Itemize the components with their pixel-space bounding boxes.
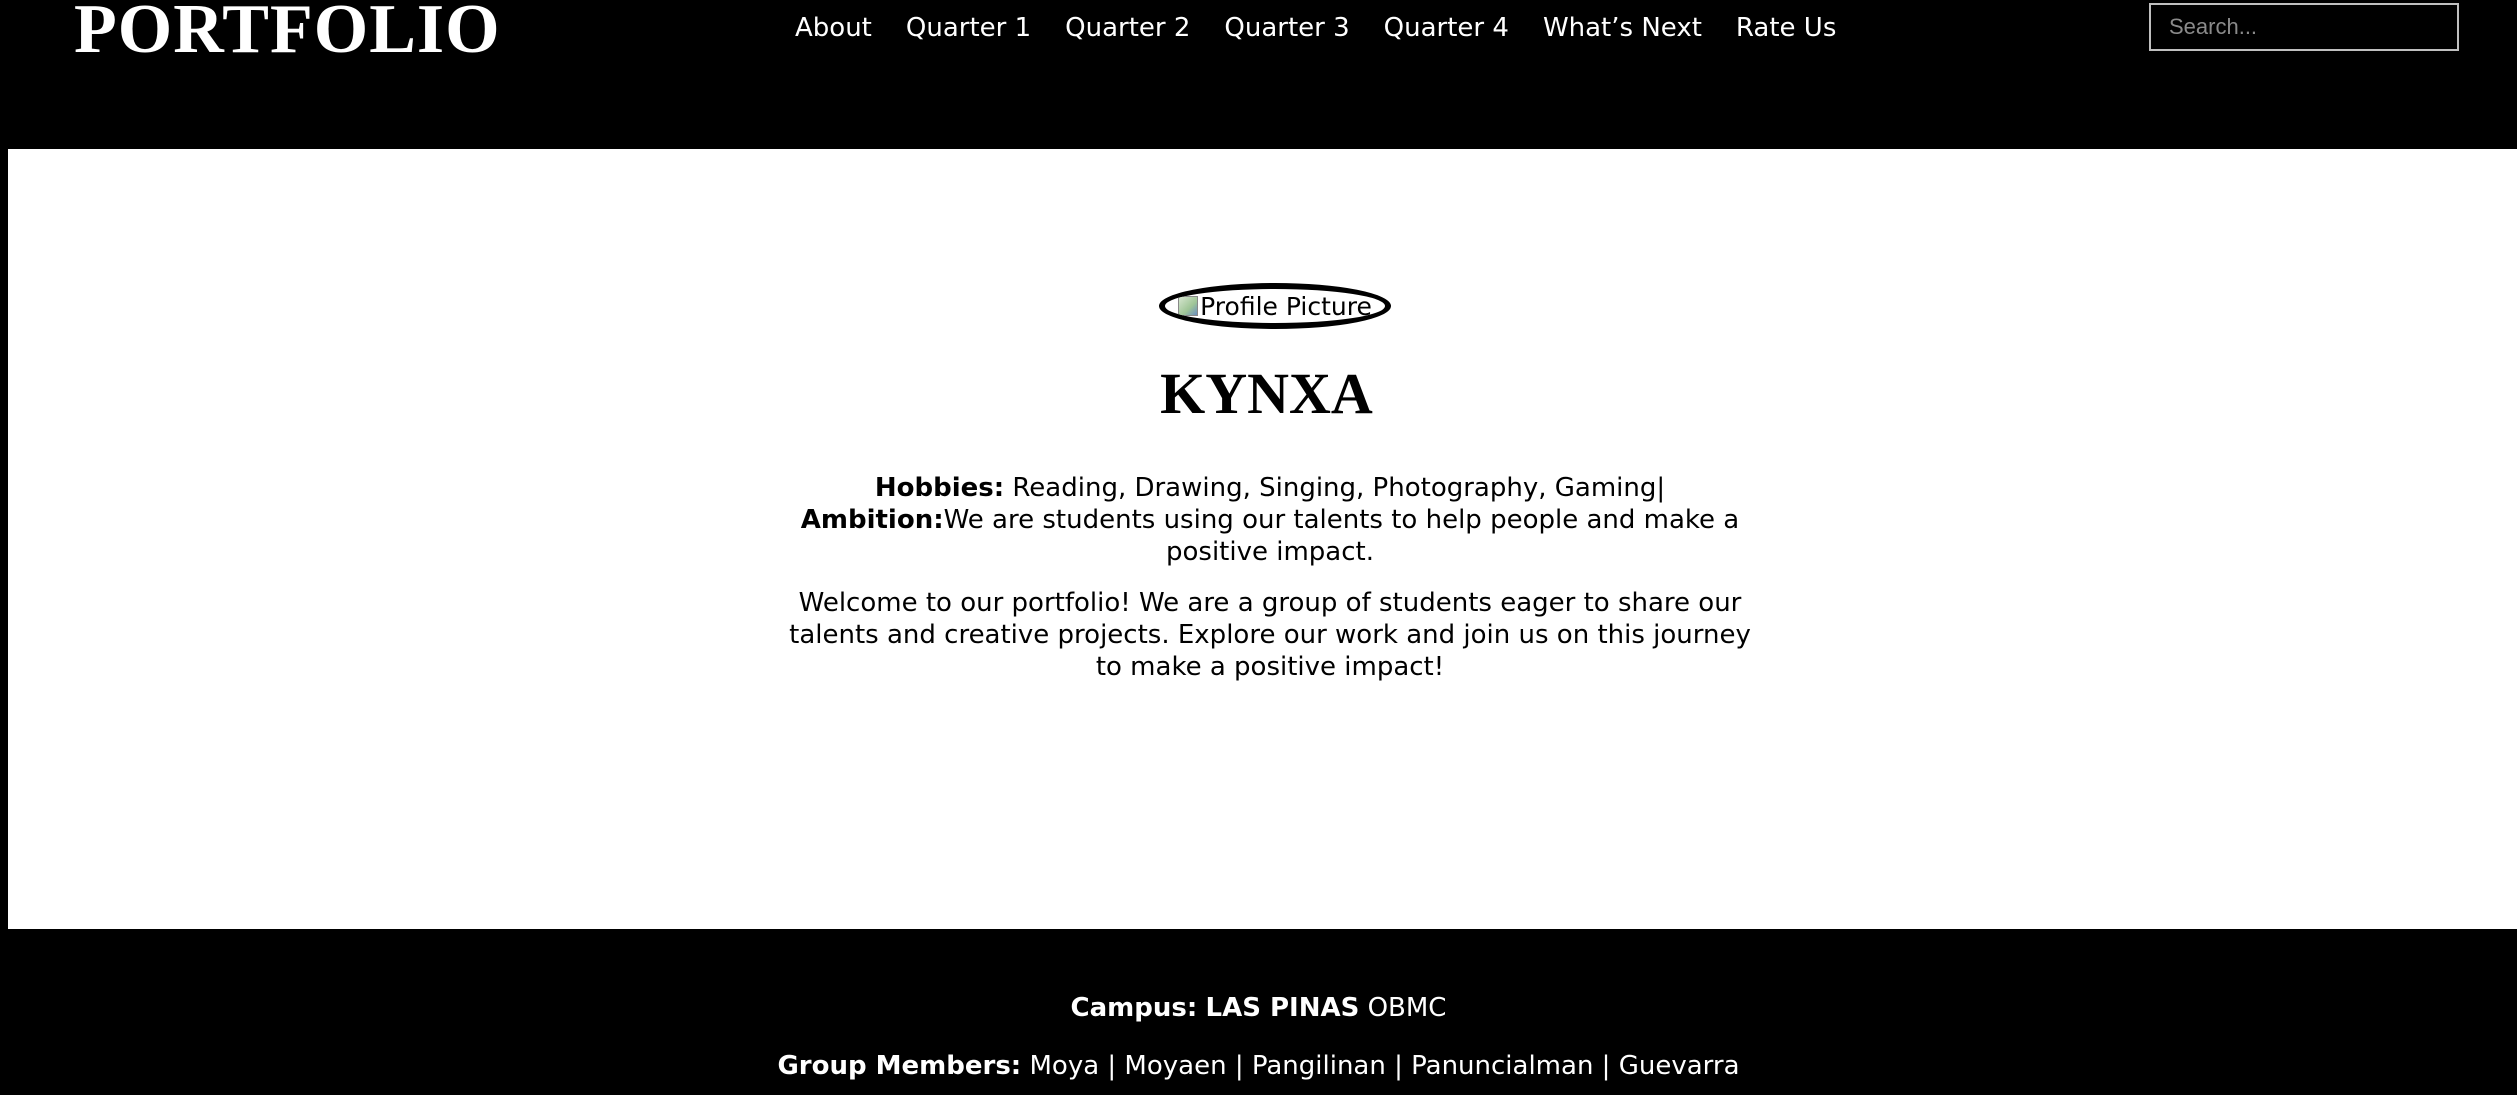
nav-quarter-1[interactable]: Quarter 1 xyxy=(889,8,1048,48)
campus-value: LAS PINAS xyxy=(1205,993,1360,1023)
site-footer: Campus: LAS PINAS OBMC Group Members: Mo… xyxy=(0,929,2517,1095)
site-header: PORTFOLIO About Quarter 1 Quarter 2 Quar… xyxy=(0,0,2517,149)
profile-info: Hobbies: Reading, Drawing, Singing, Phot… xyxy=(775,472,1765,568)
members-line: Group Members: Moya | Moyaen | Pangilina… xyxy=(0,1049,2517,1083)
profile-name: KYNXA xyxy=(1160,361,1373,426)
profile-picture-alt: Profile Picture xyxy=(1200,291,1372,321)
nav-quarter-3[interactable]: Quarter 3 xyxy=(1207,8,1366,48)
nav-about[interactable]: About xyxy=(795,8,889,48)
ambition-value: We are students using our talents to hel… xyxy=(943,505,1740,567)
main-nav: About Quarter 1 Quarter 2 Quarter 3 Quar… xyxy=(795,8,1853,48)
nav-rate-us[interactable]: Rate Us xyxy=(1719,8,1853,48)
campus-extra: OBMC xyxy=(1359,993,1447,1023)
left-border xyxy=(0,149,8,929)
welcome-text: Welcome to our portfolio! We are a group… xyxy=(789,588,1751,682)
site-logo[interactable]: PORTFOLIO xyxy=(74,0,501,70)
broken-image-icon xyxy=(1178,296,1199,316)
profile-section: Profile Picture KYNXA Hobbies: Reading, … xyxy=(8,149,2517,929)
nav-whats-next[interactable]: What’s Next xyxy=(1526,8,1719,48)
search-input[interactable] xyxy=(2149,3,2459,51)
profile-picture: Profile Picture xyxy=(1159,283,1391,329)
campus-label: Campus: xyxy=(1070,993,1198,1023)
members-label: Group Members: xyxy=(777,1051,1022,1081)
hobbies-label: Hobbies: xyxy=(874,473,1005,503)
campus-line: Campus: LAS PINAS OBMC xyxy=(0,991,2517,1025)
members-value: Moya | Moyaen | Pangilinan | Panuncialma… xyxy=(1021,1051,1740,1081)
hobbies-value: Reading, Drawing, Singing, Photography, … xyxy=(1004,473,1666,503)
nav-quarter-4[interactable]: Quarter 4 xyxy=(1367,8,1526,48)
ambition-label: Ambition: xyxy=(800,505,944,535)
nav-quarter-2[interactable]: Quarter 2 xyxy=(1048,8,1207,48)
